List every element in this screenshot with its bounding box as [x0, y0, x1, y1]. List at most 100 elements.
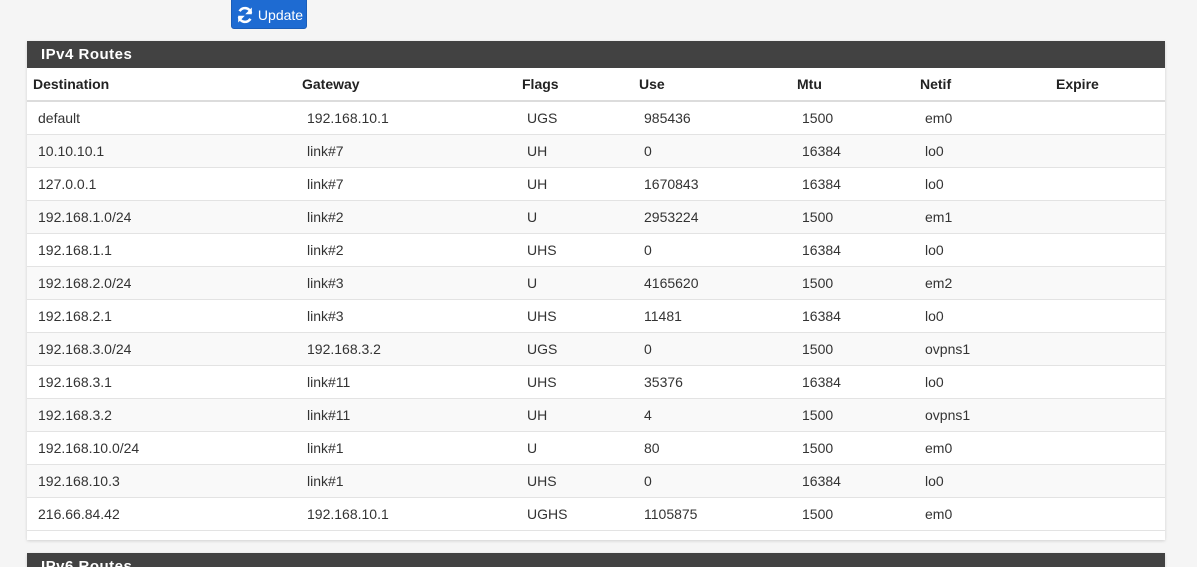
table-row: 10.10.10.1 link#7 UH 0 16384 lo0	[27, 134, 1165, 168]
cell-flags: UGS	[516, 332, 633, 366]
cell-gateway: link#2	[296, 233, 516, 267]
cell-expire	[1050, 464, 1165, 498]
table-row: 192.168.2.0/24 link#3 U 4165620 1500 em2	[27, 266, 1165, 300]
cell-mtu: 1500	[791, 497, 914, 531]
cell-flags: UH	[516, 398, 633, 432]
cell-destination: 192.168.1.0/24	[27, 200, 296, 234]
cell-gateway: link#1	[296, 464, 516, 498]
cell-expire	[1050, 299, 1165, 333]
refresh-icon	[235, 5, 255, 25]
cell-netif: ovpns1	[914, 332, 1050, 366]
cell-flags: U	[516, 266, 633, 300]
cell-netif: lo0	[914, 299, 1050, 333]
ipv4-routes-table: Destination Gateway Flags Use Mtu Netif Expire…	[27, 68, 1165, 531]
cell-destination: 192.168.10.3	[27, 464, 296, 498]
cell-expire	[1050, 431, 1165, 465]
cell-destination: 192.168.3.0/24	[27, 332, 296, 366]
table-row: 192.168.1.0/24 link#2 U 2953224 1500 em1	[27, 200, 1165, 234]
cell-flags: UH	[516, 167, 633, 201]
cell-netif: em0	[914, 101, 1050, 135]
cell-destination: 216.66.84.42	[27, 497, 296, 531]
cell-destination: 192.168.3.1	[27, 365, 296, 399]
cell-netif: em0	[914, 497, 1050, 531]
cell-mtu: 1500	[791, 332, 914, 366]
column-header-expire: Expire	[1050, 68, 1165, 102]
cell-destination: default	[27, 101, 296, 135]
ipv4-routes-title: IPv4 Routes	[27, 41, 1165, 68]
cell-mtu: 16384	[791, 134, 914, 168]
cell-use: 35376	[633, 365, 791, 399]
cell-use: 0	[633, 332, 791, 366]
cell-flags: UHS	[516, 233, 633, 267]
cell-expire	[1050, 233, 1165, 267]
cell-gateway: link#3	[296, 299, 516, 333]
cell-gateway: link#2	[296, 200, 516, 234]
column-header-flags: Flags	[516, 68, 633, 102]
cell-use: 0	[633, 464, 791, 498]
table-row: 192.168.1.1 link#2 UHS 0 16384 lo0	[27, 233, 1165, 267]
cell-flags: U	[516, 200, 633, 234]
cell-use: 0	[633, 233, 791, 267]
cell-use: 985436	[633, 101, 791, 135]
ipv6-routes-panel: IPv6 Routes	[27, 553, 1165, 567]
cell-flags: UHS	[516, 299, 633, 333]
cell-expire	[1050, 398, 1165, 432]
update-button-label: Update	[257, 6, 304, 23]
column-header-netif: Netif	[914, 68, 1050, 102]
cell-mtu: 1500	[791, 266, 914, 300]
cell-flags: UGHS	[516, 497, 633, 531]
cell-expire	[1050, 266, 1165, 300]
cell-gateway: link#3	[296, 266, 516, 300]
cell-netif: lo0	[914, 464, 1050, 498]
cell-netif: ovpns1	[914, 398, 1050, 432]
cell-use: 1670843	[633, 167, 791, 201]
cell-netif: lo0	[914, 233, 1050, 267]
cell-mtu: 16384	[791, 365, 914, 399]
cell-expire	[1050, 167, 1165, 201]
cell-expire	[1050, 497, 1165, 531]
cell-flags: U	[516, 431, 633, 465]
cell-expire	[1050, 200, 1165, 234]
cell-netif: lo0	[914, 134, 1050, 168]
table-row: 192.168.3.0/24 192.168.3.2 UGS 0 1500 ovpns1	[27, 332, 1165, 366]
ipv4-routes-panel: IPv4 Routes Destination Gateway Flags Use Mt…	[27, 41, 1165, 540]
cell-use: 11481	[633, 299, 791, 333]
table-row: 216.66.84.42 192.168.10.1 UGHS 1105875 1500 e…	[27, 497, 1165, 531]
cell-gateway: 192.168.3.2	[296, 332, 516, 366]
column-header-use: Use	[633, 68, 791, 102]
cell-netif: em0	[914, 431, 1050, 465]
cell-mtu: 1500	[791, 431, 914, 465]
cell-mtu: 16384	[791, 464, 914, 498]
cell-destination: 192.168.2.0/24	[27, 266, 296, 300]
cell-flags: UHS	[516, 365, 633, 399]
cell-destination: 10.10.10.1	[27, 134, 296, 168]
cell-gateway: link#11	[296, 365, 516, 399]
cell-flags: UGS	[516, 101, 633, 135]
cell-gateway: link#7	[296, 167, 516, 201]
cell-gateway: 192.168.10.1	[296, 101, 516, 135]
cell-expire	[1050, 332, 1165, 366]
cell-netif: lo0	[914, 167, 1050, 201]
table-row: 192.168.2.1 link#3 UHS 11481 16384 lo0	[27, 299, 1165, 333]
cell-gateway: 192.168.10.1	[296, 497, 516, 531]
table-row: 192.168.10.3 link#1 UHS 0 16384 lo0	[27, 464, 1165, 498]
table-row: 192.168.10.0/24 link#1 U 80 1500 em0	[27, 431, 1165, 465]
cell-destination: 127.0.0.1	[27, 167, 296, 201]
cell-mtu: 16384	[791, 299, 914, 333]
update-button[interactable]: Update	[231, 0, 307, 29]
ipv6-routes-title: IPv6 Routes	[27, 553, 1165, 567]
cell-destination: 192.168.1.1	[27, 233, 296, 267]
cell-use: 0	[633, 134, 791, 168]
cell-destination: 192.168.2.1	[27, 299, 296, 333]
table-row: 192.168.3.1 link#11 UHS 35376 16384 lo0	[27, 365, 1165, 399]
table-body: default 192.168.10.1 UGS 985436 1500 em0 10.10…	[27, 101, 1165, 531]
cell-gateway: link#11	[296, 398, 516, 432]
table-header-row: Destination Gateway Flags Use Mtu Netif Expire	[27, 68, 1165, 102]
cell-use: 1105875	[633, 497, 791, 531]
cell-gateway: link#7	[296, 134, 516, 168]
table-row: 127.0.0.1 link#7 UH 1670843 16384 lo0	[27, 167, 1165, 201]
cell-netif: em2	[914, 266, 1050, 300]
cell-use: 4165620	[633, 266, 791, 300]
cell-expire	[1050, 101, 1165, 135]
cell-expire	[1050, 365, 1165, 399]
